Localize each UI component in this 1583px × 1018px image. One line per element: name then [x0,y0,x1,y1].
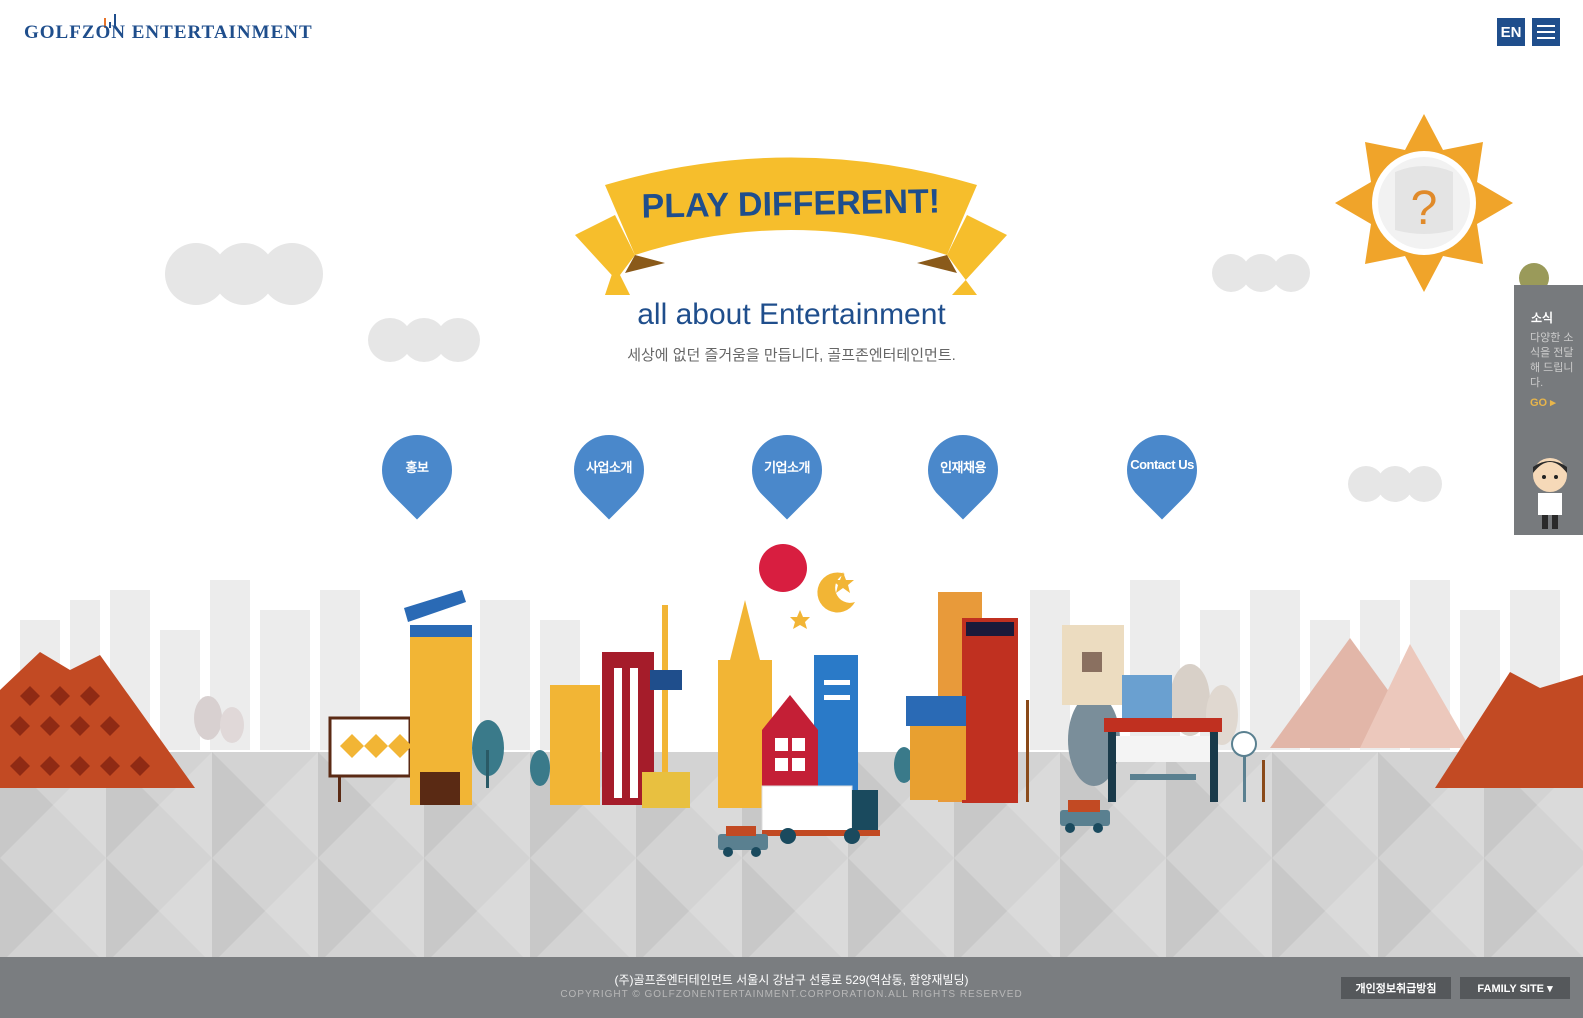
news-go-link[interactable]: GO ▸ [1530,396,1556,409]
tagline: all about Entertainment [637,298,946,331]
svg-text:?: ? [1411,182,1438,235]
family-site-select[interactable]: FAMILY SITE ▾ [1460,977,1570,999]
tagline-korean: 세상에 없던 즐거움을 만듭니다, 골프존엔터테인먼트. [627,347,956,364]
play-different-banner: PLAY DIFFERENT! [575,157,1007,295]
nav-pin-contact[interactable]: Contact Us [1112,420,1212,520]
language-en-button[interactable]: EN [1497,18,1525,46]
hamburger-menu-button[interactable] [1532,18,1560,46]
footer: (주)골프존엔터테인먼트 서울시 강남구 선릉로 529(역삼동, 함양재빌딩)… [0,957,1583,1018]
nav-pin-business[interactable]: 사업소개 [559,420,659,520]
city-illustration [0,544,1583,857]
news-description: 다양한 소식을 전달해 드립니다. [1530,332,1574,389]
news-title: 소식 [1531,311,1554,325]
nav-pin-recruit[interactable]: 인재채용 [913,420,1013,520]
hamburger-icon [1537,25,1555,27]
golfzon-logo[interactable]: GOLFZON ENTERTAINMENT [24,14,312,46]
page-root: GOLFZON ENTERTAINMENT EN ? PLAY DIFFEREN… [0,0,1583,1018]
cloud-decoration [1212,254,1310,292]
bush-icon [1519,263,1549,286]
nav-pin-company[interactable]: 기업소개 [737,420,837,520]
news-panel[interactable]: 소식 다양한 소식을 전달해 드립니다. GO ▸ [1514,285,1583,535]
sun-question-icon[interactable]: ? [1333,112,1515,294]
svg-text:PLAY DIFFERENT!: PLAY DIFFERENT! [641,182,940,225]
character-icon [1533,458,1567,529]
nav-pin-pr[interactable]: 홍보 [367,420,467,520]
privacy-policy-button[interactable]: 개인정보취급방침 [1341,977,1451,999]
logo-text: GOLFZON ENTERTAINMENT [24,22,313,43]
cloud-decoration [165,243,323,305]
cloud-decoration [1348,466,1442,502]
